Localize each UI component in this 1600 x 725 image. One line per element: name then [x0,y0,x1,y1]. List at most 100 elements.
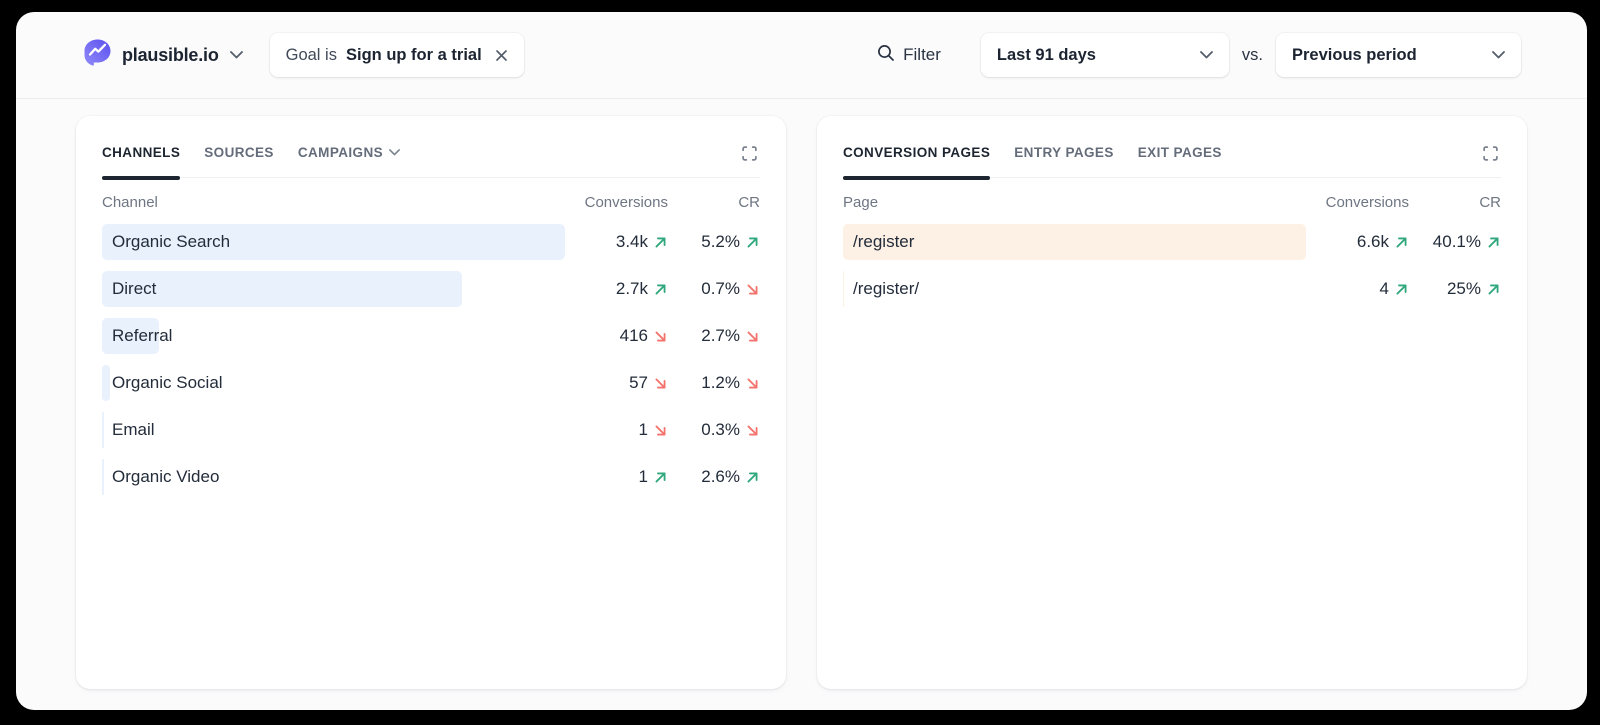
trend-arrow-icon [745,282,760,297]
cr-value: 1.2% [701,373,740,393]
trend-arrow-icon [1394,282,1409,297]
channels-rows: Organic Search 3.4k 5.2% [102,224,760,495]
row-conversions: 2.7k [550,279,668,299]
tab[interactable]: EXIT PAGES [1138,145,1222,177]
chevron-down-icon [389,149,400,156]
site-name: plausible.io [122,45,219,66]
row-label: /register [843,232,1291,252]
goal-filter-value: Sign up for a trial [346,46,482,65]
row-label: Referral [102,326,550,346]
cr-value: 2.6% [701,467,740,487]
table-row[interactable]: Referral 416 2.7% [102,318,760,354]
row-label: Organic Search [102,232,550,252]
trend-arrow-icon [1486,235,1501,250]
column-header-cr: CR [1409,194,1501,211]
trend-arrow-icon [653,376,668,391]
channels-panel: CHANNELS SOURCES CAMPAIGNS [76,116,786,689]
row-conversions: 1 [550,467,668,487]
table-row[interactable]: Email 1 0.3% [102,412,760,448]
column-header-name: Channel [102,194,550,211]
table-row[interactable]: Direct 2.7k 0.7% [102,271,760,307]
row-conversions: 4 [1291,279,1409,299]
row-label: Organic Video [102,467,550,487]
cr-value: 25% [1447,279,1481,299]
row-label: Email [102,420,550,440]
topbar-right: Filter Last 91 days vs. Previous period [877,33,1521,77]
cr-value: 0.7% [701,279,740,299]
pages-column-headers: Page Conversions CR [843,194,1501,211]
filter-button[interactable]: Filter [877,44,941,67]
pages-rows: /register 6.6k 40.1% [843,224,1501,307]
filter-label: Filter [903,45,941,65]
tab[interactable]: CAMPAIGNS [298,145,400,177]
goal-filter-prefix: Goal is [286,46,337,65]
conversions-value: 1 [639,467,648,487]
trend-arrow-icon [653,282,668,297]
site-switcher[interactable]: plausible.io [84,39,243,71]
tab[interactable]: CHANNELS [102,145,180,177]
row-cr: 2.7% [668,326,760,346]
close-icon[interactable] [495,49,508,62]
tab-label: CHANNELS [102,145,180,160]
comparison-dropdown[interactable]: Previous period [1276,33,1521,77]
row-conversions: 416 [550,326,668,346]
conversions-value: 2.7k [616,279,648,299]
cr-value: 0.3% [701,420,740,440]
row-cr: 40.1% [1409,232,1501,252]
date-range-dropdown[interactable]: Last 91 days [981,33,1229,77]
row-label: Direct [102,279,550,299]
trend-arrow-icon [1394,235,1409,250]
trend-arrow-icon [745,376,760,391]
table-row[interactable]: /register/ 4 25% [843,271,1501,307]
chevron-down-icon [230,51,243,59]
trend-arrow-icon [1486,282,1501,297]
trend-arrow-icon [745,470,760,485]
app-window: plausible.io Goal is Sign up for a trial… [16,12,1587,710]
cr-value: 2.7% [701,326,740,346]
top-bar: plausible.io Goal is Sign up for a trial… [16,12,1587,98]
row-label: /register/ [843,279,1291,299]
comparison-value: Previous period [1292,46,1417,65]
conversions-value: 6.6k [1357,232,1389,252]
tab[interactable]: CONVERSION PAGES [843,145,990,177]
trend-arrow-icon [745,329,760,344]
row-cr: 0.3% [668,420,760,440]
row-cr: 0.7% [668,279,760,299]
chevron-down-icon [1492,51,1505,59]
table-row[interactable]: /register 6.6k 40.1% [843,224,1501,260]
cr-value: 5.2% [701,232,740,252]
pages-panel: CONVERSION PAGES ENTRY PAGES EXIT PAGES [817,116,1527,689]
goal-filter-chip[interactable]: Goal is Sign up for a trial [270,33,524,77]
tab-label: CAMPAIGNS [298,145,383,160]
row-cr: 2.6% [668,467,760,487]
row-conversions: 1 [550,420,668,440]
table-row[interactable]: Organic Search 3.4k 5.2% [102,224,760,260]
column-header-conversions: Conversions [1291,194,1409,211]
row-conversions: 3.4k [550,232,668,252]
main-area: CHANNELS SOURCES CAMPAIGNS [16,99,1587,689]
expand-icon[interactable] [739,143,760,167]
chevron-down-icon [1200,51,1213,59]
cr-value: 40.1% [1433,232,1481,252]
conversions-value: 416 [620,326,648,346]
conversions-value: 4 [1380,279,1389,299]
tab[interactable]: ENTRY PAGES [1014,145,1113,177]
date-range-value: Last 91 days [997,46,1096,65]
row-cr: 25% [1409,279,1501,299]
vs-label: vs. [1242,46,1263,65]
channels-column-headers: Channel Conversions CR [102,194,760,211]
trend-arrow-icon [653,470,668,485]
conversions-value: 1 [639,420,648,440]
channels-tabs-bar: CHANNELS SOURCES CAMPAIGNS [102,116,760,178]
tab[interactable]: SOURCES [204,145,274,177]
trend-arrow-icon [653,329,668,344]
tab-label: EXIT PAGES [1138,145,1222,160]
table-row[interactable]: Organic Video 1 2.6% [102,459,760,495]
row-cr: 5.2% [668,232,760,252]
tab-label: CONVERSION PAGES [843,145,990,160]
trend-arrow-icon [653,423,668,438]
expand-icon[interactable] [1480,143,1501,167]
table-row[interactable]: Organic Social 57 1.2% [102,365,760,401]
row-conversions: 6.6k [1291,232,1409,252]
trend-arrow-icon [653,235,668,250]
